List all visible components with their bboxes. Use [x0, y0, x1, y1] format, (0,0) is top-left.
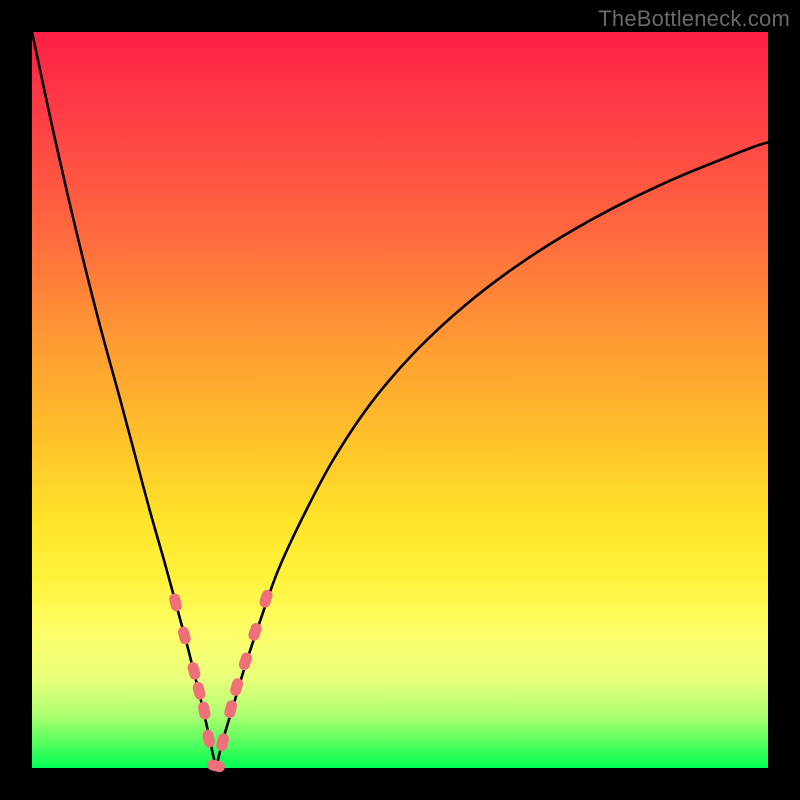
marker-point [237, 651, 253, 672]
chart-frame: TheBottleneck.com [0, 0, 800, 800]
curve-svg [32, 32, 768, 768]
marker-dots [168, 588, 274, 773]
marker-point [258, 588, 274, 609]
marker-point [201, 729, 216, 749]
curve-right-branch [216, 142, 768, 768]
plot-area [32, 32, 768, 768]
marker-point [186, 661, 201, 681]
marker-point [215, 732, 230, 752]
marker-point [247, 622, 263, 643]
marker-point [197, 701, 211, 721]
marker-point [177, 625, 192, 645]
bottleneck-curve [32, 32, 768, 768]
watermark-text: TheBottleneck.com [598, 6, 790, 32]
curve-left-branch [32, 32, 216, 768]
marker-point [191, 681, 206, 701]
marker-point [223, 699, 238, 719]
marker-point [206, 758, 226, 773]
marker-point [168, 592, 183, 612]
